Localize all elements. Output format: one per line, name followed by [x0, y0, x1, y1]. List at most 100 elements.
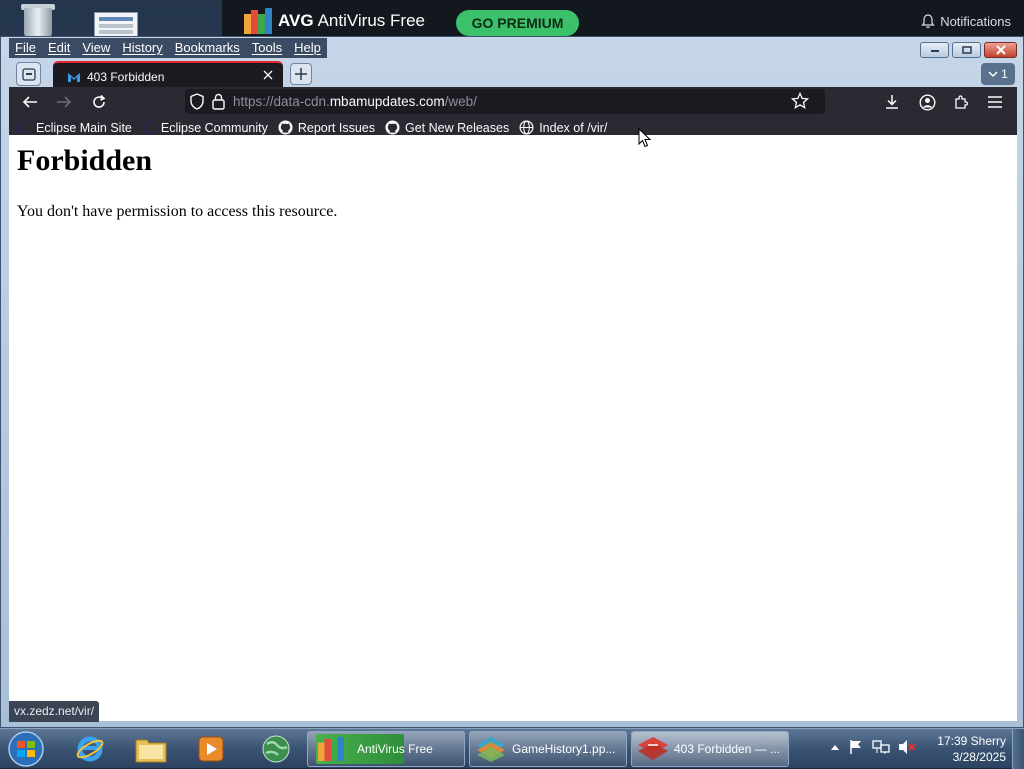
lock-icon[interactable]	[211, 93, 226, 110]
page-heading: Forbidden	[17, 144, 153, 177]
url-host: mbamupdates.com	[329, 94, 445, 109]
maximize-button[interactable]	[952, 42, 981, 58]
bookmark-label: Eclipse Main Site	[36, 120, 132, 135]
bookmark-eclipse-main-site[interactable]: Eclipse Main Site	[17, 121, 132, 135]
media-player-icon	[198, 736, 224, 762]
back-arrow-icon	[22, 96, 37, 108]
firefox-view-button[interactable]	[16, 62, 41, 86]
notifications-button[interactable]: Notifications	[921, 14, 1011, 29]
bookmark-star-icon[interactable]	[791, 92, 809, 110]
action-center-flag-icon[interactable]	[848, 739, 864, 755]
tab-bar: 403 Forbidden 1	[9, 59, 1017, 89]
close-window-button[interactable]	[984, 42, 1017, 58]
taskbar-task-firefox[interactable]: 403 Forbidden — ...	[631, 731, 789, 767]
reload-icon	[93, 94, 106, 108]
forward-button[interactable]	[53, 91, 75, 113]
folder-icon	[135, 739, 167, 763]
status-link-preview: vx.zedz.net/vir/	[9, 701, 100, 722]
show-desktop-button[interactable]	[1012, 729, 1024, 769]
eclipse-icon	[18, 121, 31, 134]
malwarebytes-favicon-icon	[68, 73, 80, 82]
url-path: /web/	[444, 94, 477, 109]
task-label: AntiVirus Free	[357, 742, 433, 756]
bookmark-index-of-vir[interactable]: Index of /vir/	[519, 120, 607, 135]
maximize-icon	[961, 46, 972, 54]
bookmark-label: Report Issues	[297, 120, 375, 135]
page-content: Forbidden You don't have permission to a…	[9, 135, 1017, 721]
system-tray	[830, 739, 916, 755]
avg-antivirus-window: AVG AntiVirus Free GO PREMIUM Notificatio…	[222, 0, 1024, 40]
task-label: GameHistory1.pp...	[512, 742, 616, 756]
firefox-view-icon	[21, 67, 36, 81]
mouse-cursor-icon	[638, 128, 652, 148]
menu-help[interactable]: Help	[288, 38, 327, 58]
account-icon	[918, 93, 936, 111]
system-clock[interactable]: 17:39 Sherry 3/28/2025	[926, 733, 1006, 765]
tab-403-forbidden[interactable]: 403 Forbidden	[53, 61, 283, 89]
tracking-protection-shield-icon[interactable]	[189, 93, 205, 110]
bookmark-label: Get New Releases	[404, 120, 510, 135]
taskbar-browser-globe[interactable]	[256, 732, 296, 766]
avg-logo-icon	[244, 8, 272, 34]
bookmark-eclipse-community[interactable]: Eclipse Community	[142, 121, 268, 135]
bell-icon	[921, 14, 935, 29]
page-message: You don't have permission to access this…	[17, 203, 338, 220]
bookmark-get-new-releases[interactable]: Get New Releases	[385, 120, 509, 135]
taskbar-media-player[interactable]	[191, 732, 231, 766]
back-button[interactable]	[19, 91, 41, 113]
internet-explorer-icon	[76, 736, 104, 762]
downloads-button[interactable]	[881, 91, 903, 113]
firefox-window: File Edit View History Bookmarks Tools H…	[0, 36, 1024, 728]
menu-tools[interactable]: Tools	[246, 38, 288, 58]
menu-bar: File Edit View History Bookmarks Tools H…	[9, 38, 327, 58]
menu-bookmarks[interactable]: Bookmarks	[169, 38, 246, 58]
powerpoint-icon	[477, 737, 505, 762]
show-hidden-icons-icon[interactable]	[830, 743, 840, 751]
taskbar-task-powerpoint[interactable]: GameHistory1.pp...	[469, 731, 627, 767]
globe-app-icon	[262, 735, 290, 763]
clock-time-user: 17:39 Sherry	[937, 734, 1006, 748]
menu-file[interactable]: File	[9, 38, 42, 58]
window-controls	[920, 42, 1017, 58]
minimize-button[interactable]	[920, 42, 949, 58]
start-orb-icon[interactable]	[6, 730, 46, 768]
reload-button[interactable]	[88, 91, 110, 113]
clock-date: 3/28/2025	[952, 750, 1006, 764]
menu-view[interactable]: View	[76, 38, 116, 58]
globe-icon	[519, 120, 534, 135]
avg-title: AVG AntiVirus Free	[278, 11, 425, 30]
minimize-icon	[930, 50, 939, 52]
firefox-icon	[638, 737, 668, 760]
download-icon	[886, 95, 898, 109]
close-tab-icon[interactable]	[261, 68, 275, 82]
menu-history[interactable]: History	[116, 38, 168, 58]
github-icon	[385, 120, 400, 135]
taskbar-internet-explorer[interactable]	[70, 732, 110, 766]
document-icon[interactable]	[94, 4, 138, 42]
list-all-tabs-button[interactable]: 1	[981, 63, 1015, 85]
volume-muted-icon[interactable]	[898, 739, 916, 755]
taskbar-file-explorer[interactable]	[131, 732, 171, 766]
github-icon	[278, 120, 293, 135]
extensions-button[interactable]	[950, 91, 972, 113]
url-bar[interactable]: https://data-cdn.mbamupdates.com/web/	[185, 89, 825, 114]
bookmark-label: Index of /vir/	[539, 120, 608, 135]
hamburger-menu-icon	[988, 96, 1002, 108]
menu-edit[interactable]: Edit	[42, 38, 76, 58]
application-menu-button[interactable]	[984, 91, 1006, 113]
network-icon[interactable]	[872, 739, 890, 755]
tab-title: 403 Forbidden	[87, 70, 165, 84]
tab-count: 1	[1001, 67, 1008, 81]
url-text[interactable]: https://data-cdn.mbamupdates.com/web/	[233, 94, 477, 109]
bookmark-label: Eclipse Community	[160, 120, 268, 135]
eclipse-icon	[142, 121, 156, 134]
account-button[interactable]	[916, 91, 938, 113]
avg-icon	[318, 737, 344, 761]
new-tab-button[interactable]	[290, 63, 312, 85]
recycle-bin-icon[interactable]	[18, 4, 58, 38]
taskbar: AntiVirus Free GameHistory1.pp... 403 Fo…	[0, 728, 1024, 769]
bookmark-report-issues[interactable]: Report Issues	[278, 120, 375, 135]
go-premium-button[interactable]: GO PREMIUM	[456, 10, 579, 36]
task-label: 403 Forbidden — ...	[674, 742, 781, 756]
taskbar-task-avg[interactable]: AntiVirus Free	[307, 731, 465, 767]
